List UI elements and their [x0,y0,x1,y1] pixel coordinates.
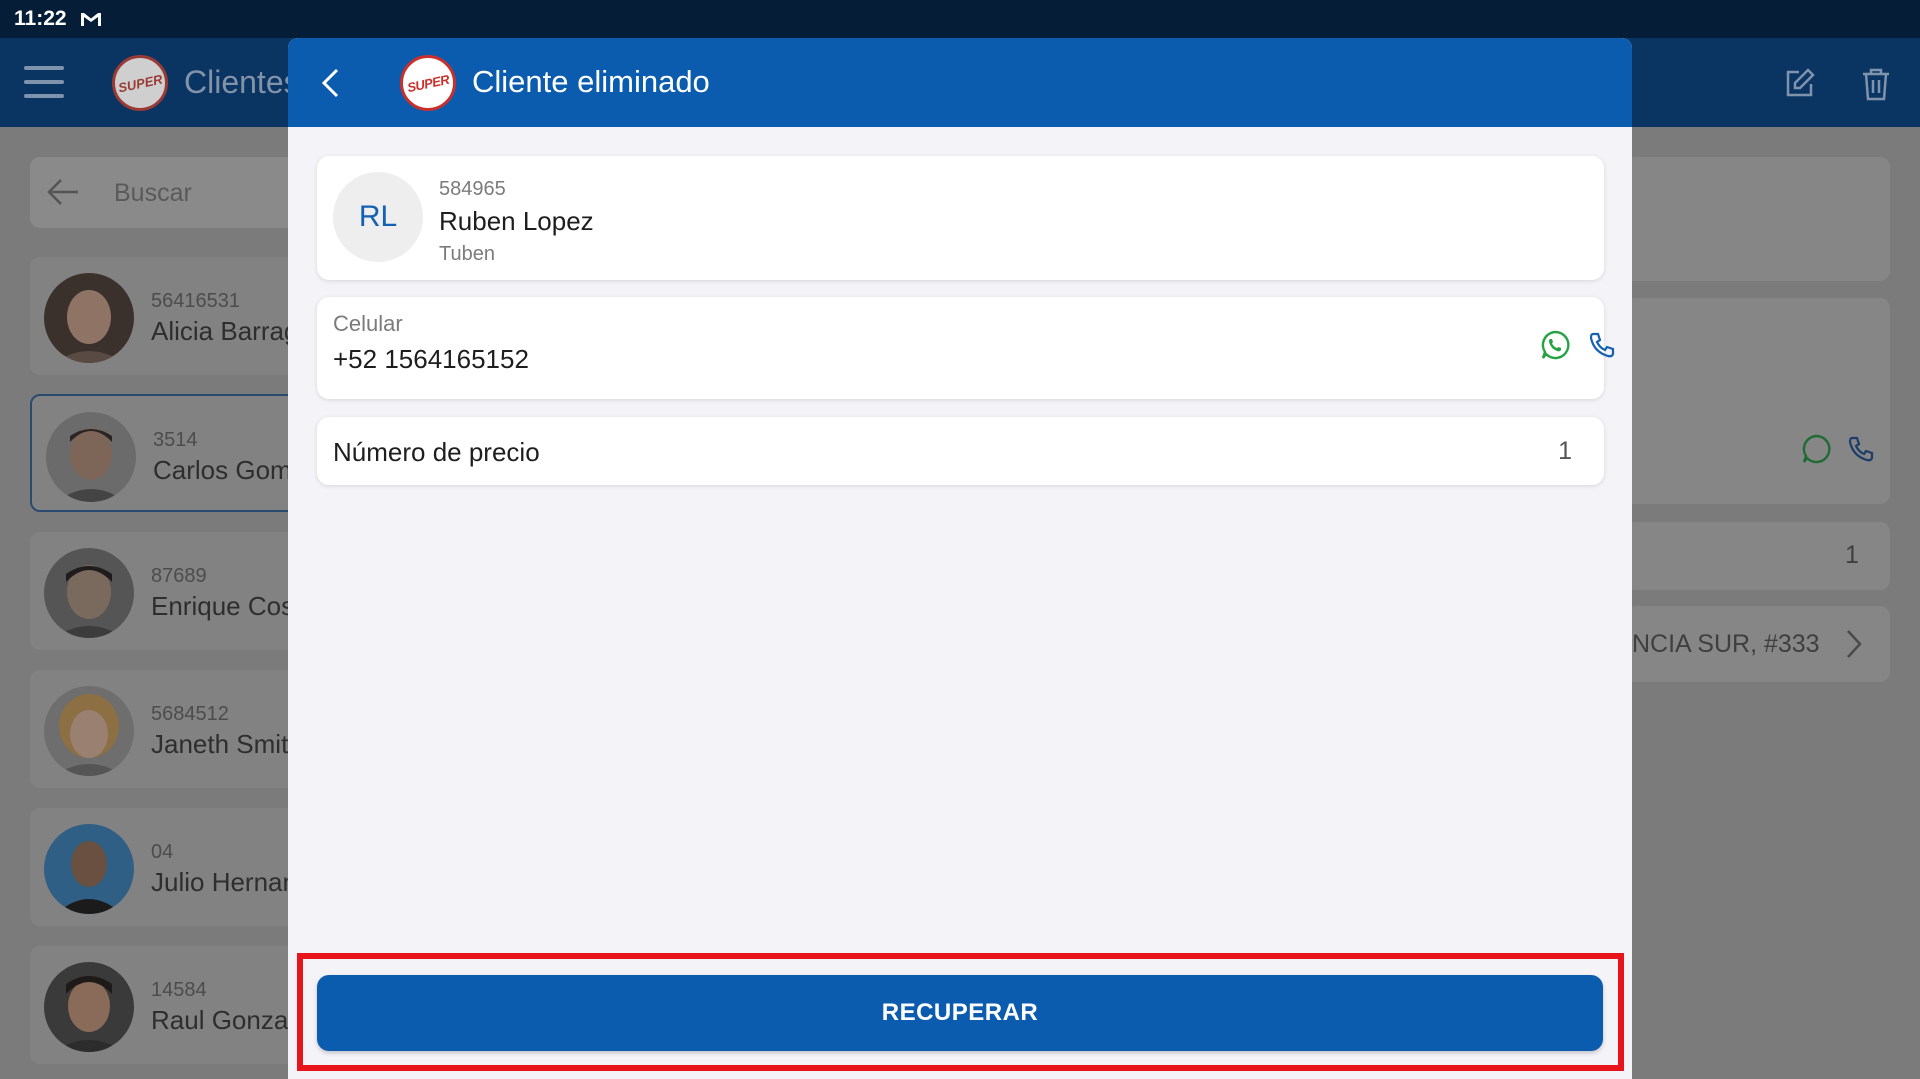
background-price-card: 1 [1625,522,1890,590]
background-phone-card [1625,298,1890,504]
back-arrow-icon[interactable] [46,177,80,207]
phone-card: Celular +52 1564165152 [317,297,1615,399]
phone-value: +52 1564165152 [333,344,529,374]
client-photo-avatar [44,824,134,914]
client-name: Julio Hernan [151,867,297,897]
client-list-item[interactable]: 87689 Enrique Cos [30,532,300,650]
client-photo-avatar [44,548,134,638]
status-time: 11:22 [14,7,67,30]
store-logo-icon: SUPER [112,55,168,111]
client-code: 584965 [439,178,506,200]
client-initials-avatar: RL [333,172,423,262]
dialog-app-bar: SUPER Cliente eliminado [288,38,1632,127]
client-code: 56416531 [151,290,240,312]
gmail-icon [80,12,101,26]
client-name: Raul Gonzal [151,1005,295,1035]
client-code: 5684512 [151,703,229,725]
store-logo-icon: SUPER [400,55,456,111]
price-number-value: 1 [1558,437,1572,465]
client-list-item[interactable]: 5684512 Janeth Smit [30,670,300,788]
client-name: Ruben Lopez [439,206,594,236]
background-price-value: 1 [1845,541,1859,569]
client-list-item[interactable]: 56416531 Alicia Barrag [30,257,300,375]
client-subtitle: Tuben [439,243,495,265]
client-list-item[interactable]: 04 Julio Hernan [30,808,300,926]
search-bar[interactable]: Buscar [30,157,300,228]
client-photo-avatar [46,412,136,502]
background-address-card[interactable]: NCIA SUR, #333 [1625,606,1890,682]
client-code: 04 [151,841,174,863]
whatsapp-icon[interactable] [1540,330,1570,360]
trash-icon[interactable] [1860,66,1892,102]
status-bar: 11:22 [0,0,1920,38]
client-code: 87689 [151,565,207,587]
client-name: Alicia Barrag [151,316,299,346]
client-photo-avatar [44,273,134,363]
price-number-label: Número de precio [333,437,540,467]
client-name: Janeth Smit [151,729,289,759]
client-summary-card: RL 584965 Ruben Lopez Tuben [317,156,1604,280]
client-name: Carlos Gom [153,455,292,485]
whatsapp-icon[interactable] [1801,434,1831,464]
hamburger-menu-icon[interactable] [24,66,64,98]
client-list-item[interactable]: 14584 Raul Gonzal [30,946,300,1064]
recover-button[interactable]: RECUPERAR [317,975,1603,1051]
phone-icon[interactable] [1847,435,1875,463]
client-photo-avatar [44,962,134,1052]
client-list-item-selected[interactable]: 3514 Carlos Gom [30,394,300,512]
client-code: 3514 [153,429,198,451]
phone-label: Celular [333,311,403,336]
edit-icon[interactable] [1783,66,1817,100]
price-number-card[interactable]: Número de precio 1 [317,417,1604,485]
chevron-right-icon [1847,630,1862,658]
background-page-title: Clientes [184,64,300,100]
client-photo-avatar [44,686,134,776]
search-input[interactable]: Buscar [114,179,192,208]
phone-icon[interactable] [1588,331,1616,359]
logo-text: SUPER [405,71,451,95]
back-chevron-icon[interactable] [318,66,342,100]
background-address-text: NCIA SUR, #333 [1632,630,1820,658]
client-code: 14584 [151,979,207,1001]
dialog-title: Cliente eliminado [472,64,710,99]
deleted-client-dialog: SUPER Cliente eliminado RL 584965 Ruben … [288,38,1632,1079]
background-detail-card [1625,157,1890,281]
client-name: Enrique Cos [151,591,295,621]
